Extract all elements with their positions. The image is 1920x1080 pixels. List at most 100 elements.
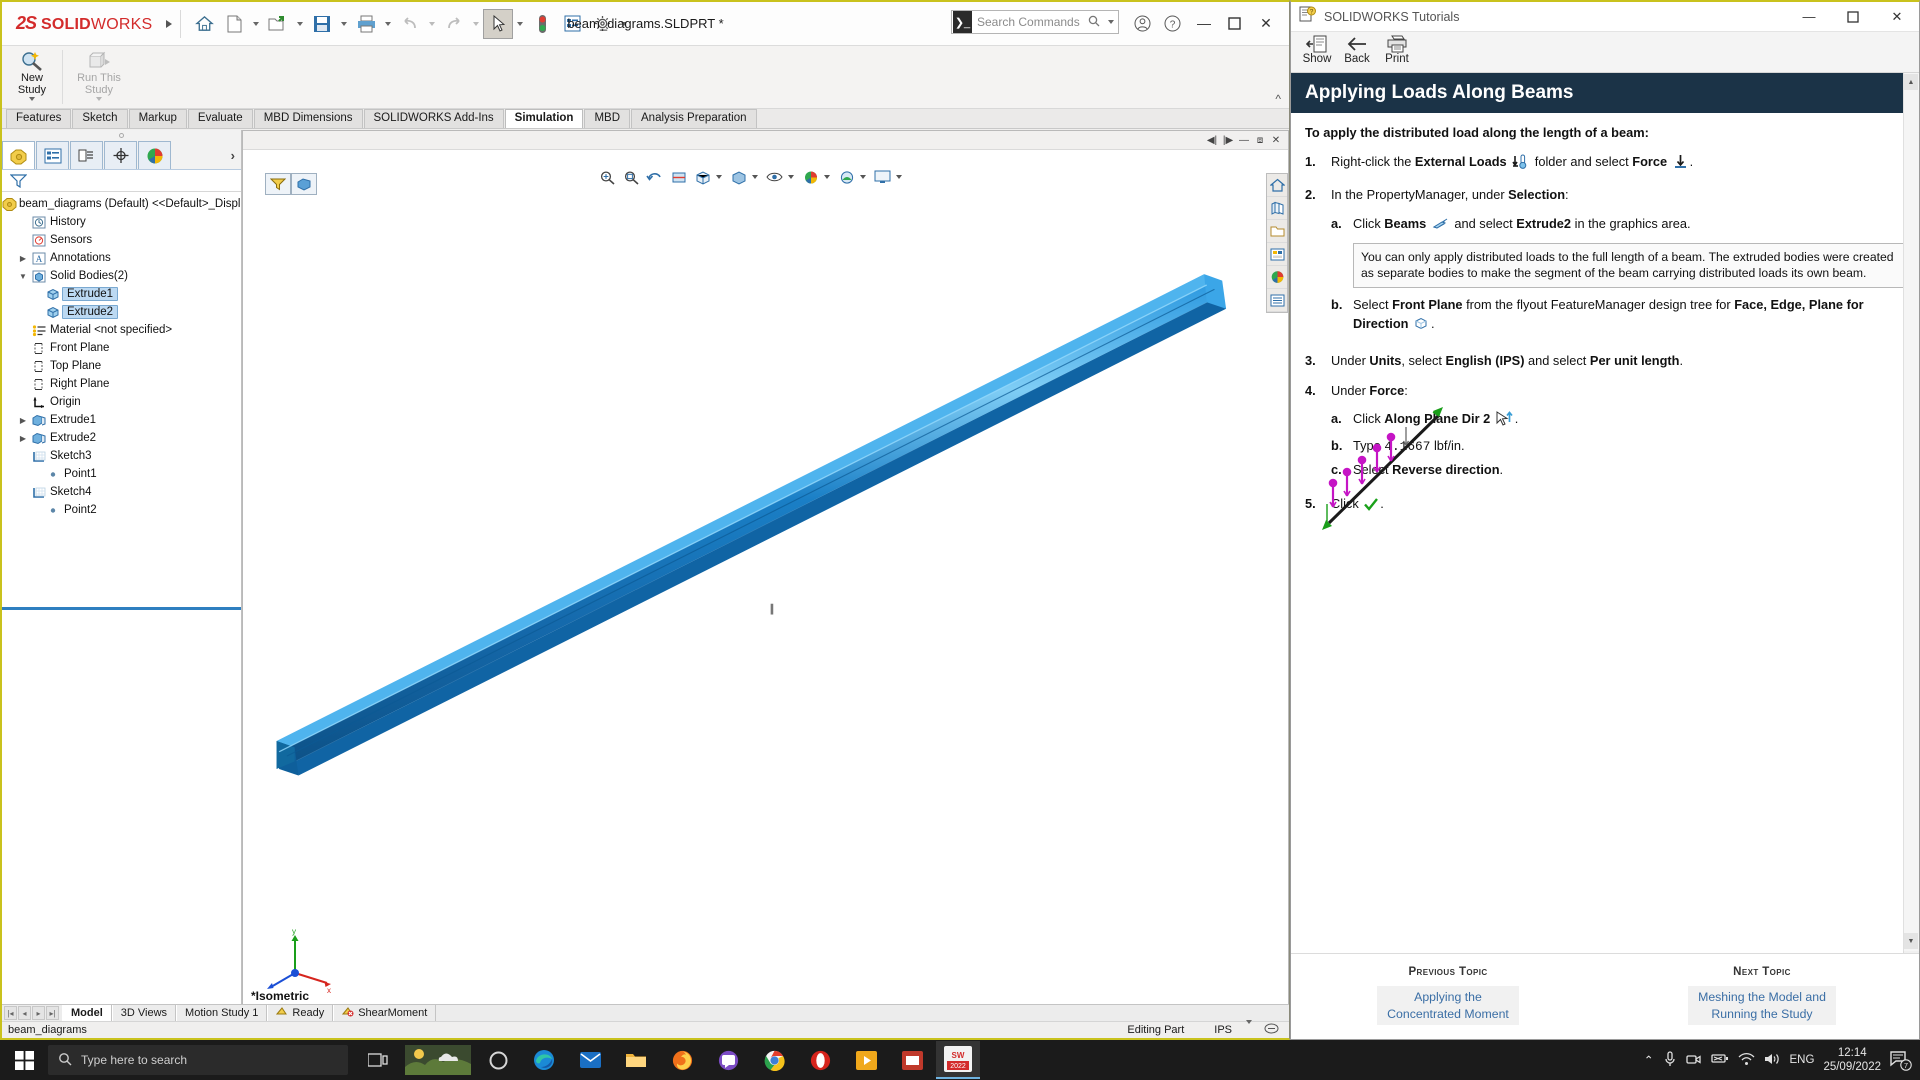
new-study-dropdown[interactable]: [8, 97, 56, 101]
more-tabs-button[interactable]: ›: [225, 141, 241, 169]
file-properties-icon[interactable]: [557, 9, 587, 39]
last-tab-icon[interactable]: ▸|: [46, 1006, 59, 1020]
graphics-minimize-icon[interactable]: —: [1236, 133, 1252, 148]
volume-icon[interactable]: [1764, 1052, 1781, 1069]
graphics-restore-icon[interactable]: ⧈: [1252, 133, 1268, 148]
tree-item[interactable]: Material <not specified>: [2, 321, 241, 339]
tree-item[interactable]: Origin: [2, 393, 241, 411]
search-icon[interactable]: [1088, 15, 1100, 30]
model-viewport[interactable]: y x *Isometric: [243, 151, 1288, 1037]
search-commands-input[interactable]: ❯_ Search Commands: [951, 10, 1119, 34]
feature-tree[interactable]: beam_diagrams (Default) <<Default>_Displ…: [2, 192, 241, 603]
new-document-dropdown[interactable]: [249, 21, 263, 26]
view-palette-home-icon[interactable]: [1267, 174, 1287, 197]
feature-tree-filter[interactable]: [2, 170, 241, 192]
microphone-icon[interactable]: [1663, 1050, 1677, 1070]
unknown-app-icon[interactable]: [890, 1041, 934, 1079]
tree-item[interactable]: Point2: [2, 501, 241, 519]
close-button[interactable]: ✕: [1253, 10, 1279, 36]
run-this-study-button[interactable]: Run This Study: [75, 46, 123, 108]
tree-item[interactable]: Extrude1: [2, 285, 241, 303]
tree-item[interactable]: ▶ Extrude1: [2, 411, 241, 429]
next-topic-link[interactable]: Meshing the Model and Running the Study: [1688, 986, 1836, 1026]
language-indicator[interactable]: ENG: [1790, 1054, 1815, 1066]
ribbon-tab-mbd-dimensions[interactable]: MBD Dimensions: [253, 109, 363, 128]
restore-right-icon[interactable]: |▶: [1220, 133, 1236, 148]
custom-properties-icon[interactable]: [1267, 289, 1287, 312]
media-player-icon[interactable]: [844, 1041, 888, 1079]
tab-navigation-arrows[interactable]: |◂ ◂ ▸ ▸|: [2, 1005, 62, 1021]
display-manager-tab[interactable]: [138, 141, 171, 169]
save-icon[interactable]: [307, 9, 337, 39]
dimxpert-manager-tab[interactable]: [104, 141, 137, 169]
print-icon[interactable]: [351, 9, 381, 39]
search-dropdown-icon[interactable]: [1108, 20, 1114, 24]
graphics-area[interactable]: ◀| |▶ — ⧈ ✕ y x *Isometric: [242, 130, 1289, 1038]
ribbon-tab-mbd[interactable]: MBD: [584, 109, 631, 128]
bottom-tab-shearmoment[interactable]: ShearMoment: [333, 1005, 437, 1021]
tree-item[interactable]: Sketch3: [2, 447, 241, 465]
collapse-ribbon-icon[interactable]: ^: [1275, 92, 1281, 106]
tutorial-minimize-button[interactable]: —: [1787, 3, 1831, 31]
panel-grip[interactable]: [2, 130, 241, 141]
ribbon-tab-evaluate[interactable]: Evaluate: [187, 109, 253, 128]
solidworks-app-icon[interactable]: SW 2022: [936, 1041, 980, 1079]
help-icon[interactable]: ?: [1159, 10, 1185, 36]
save-dropdown[interactable]: [337, 21, 351, 26]
undo-dropdown[interactable]: [425, 21, 439, 26]
minimize-button[interactable]: —: [1191, 10, 1217, 36]
tree-item[interactable]: beam_diagrams (Default) <<Default>_Displ…: [2, 195, 241, 213]
rebuild-icon[interactable]: [527, 9, 557, 39]
show-hidden-icons-button[interactable]: ⌃: [1644, 1053, 1654, 1067]
microsoft-edge-icon[interactable]: [522, 1041, 566, 1079]
collapse-arrow-icon[interactable]: ▼: [16, 272, 30, 281]
task-pane-dock[interactable]: [1266, 173, 1288, 313]
tree-item[interactable]: ▶ Extrude2: [2, 429, 241, 447]
ribbon-tab-features[interactable]: Features: [6, 109, 72, 128]
redo-dropdown[interactable]: [469, 21, 483, 26]
camera-icon[interactable]: [1685, 1052, 1702, 1069]
tree-item[interactable]: Sketch4: [2, 483, 241, 501]
ribbon-tab-sketch[interactable]: Sketch: [72, 109, 128, 128]
select-dropdown[interactable]: [513, 21, 527, 26]
opera-icon[interactable]: [798, 1041, 842, 1079]
print-button[interactable]: Print: [1377, 32, 1417, 72]
menu-expand-arrow[interactable]: [166, 19, 173, 28]
options-gear-icon[interactable]: [587, 9, 617, 39]
battery-icon[interactable]: [1710, 1052, 1729, 1068]
notification-center-button[interactable]: 7: [1890, 1049, 1912, 1071]
overlay-icon[interactable]: [1264, 1022, 1279, 1038]
file-explorer-icon[interactable]: [1267, 220, 1287, 243]
tree-item[interactable]: Front Plane: [2, 339, 241, 357]
appearance-sphere-icon[interactable]: [1267, 266, 1287, 289]
bottom-tab-model[interactable]: Model: [62, 1005, 112, 1021]
account-icon[interactable]: [1129, 10, 1155, 36]
tutorial-scroll-up-arrow[interactable]: ▲: [1904, 74, 1918, 90]
ribbon-tab-simulation[interactable]: Simulation: [504, 109, 584, 128]
first-tab-icon[interactable]: |◂: [4, 1006, 17, 1020]
back-button[interactable]: Back: [1337, 32, 1377, 72]
run-study-dropdown[interactable]: [75, 97, 123, 101]
tree-item[interactable]: History: [2, 213, 241, 231]
beam-model-graphic[interactable]: [243, 151, 1288, 1037]
graphics-close-icon[interactable]: ✕: [1268, 133, 1284, 148]
undo-icon[interactable]: [395, 9, 425, 39]
tree-item[interactable]: ▶ A Annotations: [2, 249, 241, 267]
start-button[interactable]: [0, 1050, 48, 1070]
previous-topic-link[interactable]: Applying the Concentrated Moment: [1377, 986, 1519, 1026]
maximize-button[interactable]: [1221, 10, 1247, 36]
options-dropdown[interactable]: [617, 21, 631, 26]
status-units[interactable]: IPS: [1214, 1024, 1232, 1036]
wifi-icon[interactable]: [1738, 1052, 1755, 1069]
tree-item[interactable]: Sensors: [2, 231, 241, 249]
file-explorer-icon[interactable]: [614, 1041, 658, 1079]
select-cursor-icon[interactable]: [483, 8, 514, 39]
tree-item[interactable]: Point1: [2, 465, 241, 483]
ribbon-tab-solidworks-add-ins[interactable]: SOLIDWORKS Add-Ins: [363, 109, 504, 128]
tutorial-scroll-track[interactable]: [1903, 73, 1919, 951]
expand-arrow-icon[interactable]: ▶: [16, 416, 30, 425]
mail-icon[interactable]: [568, 1041, 612, 1079]
open-folder-icon[interactable]: [263, 9, 293, 39]
restore-left-icon[interactable]: ◀|: [1204, 133, 1220, 148]
expand-arrow-icon[interactable]: ▶: [16, 254, 30, 263]
